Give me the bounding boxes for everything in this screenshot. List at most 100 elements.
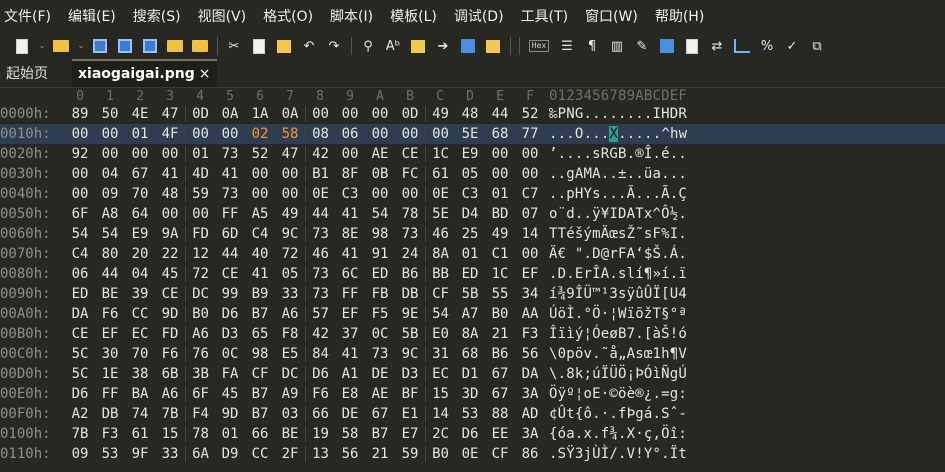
hex-byte[interactable]: 2F: [275, 446, 305, 462]
hex-byte[interactable]: A7: [455, 306, 485, 322]
checksum-icon[interactable]: ✓: [782, 37, 802, 55]
hex-byte[interactable]: A6: [185, 326, 215, 342]
hex-byte[interactable]: CE: [395, 146, 425, 162]
hex-byte[interactable]: F4: [185, 406, 215, 422]
hex-byte[interactable]: 84: [305, 346, 335, 362]
hex-byte[interactable]: 47: [275, 146, 305, 162]
hex-byte[interactable]: 00: [215, 126, 245, 142]
hex-byte[interactable]: 7B: [65, 426, 95, 442]
hex-byte[interactable]: 19: [305, 426, 335, 442]
hex-byte[interactable]: 00: [515, 246, 545, 262]
hex-row[interactable]: 00B0h: CE EF EC FD A6 D3 65 F8 42 37 0C 5B E0 8A 21 F3 Îï…: [0, 324, 945, 344]
hex-byte[interactable]: 74: [125, 406, 155, 422]
hex-byte[interactable]: 3B: [185, 366, 215, 382]
hex-byte[interactable]: 49: [425, 106, 455, 122]
hex-byte[interactable]: E9: [455, 146, 485, 162]
hex-byte[interactable]: 44: [95, 266, 125, 282]
hex-byte[interactable]: 00: [395, 126, 425, 142]
hex-byte[interactable]: FB: [365, 286, 395, 302]
hex-byte[interactable]: BD: [485, 206, 515, 222]
hex-byte[interactable]: 68: [485, 126, 515, 142]
hex-byte[interactable]: 70: [125, 346, 155, 362]
hex-byte[interactable]: 59: [395, 446, 425, 462]
hex-byte[interactable]: 01: [185, 146, 215, 162]
hex-byte[interactable]: 5E: [455, 126, 485, 142]
hex-row[interactable]: 00F0h: A2 DB 74 7B F4 9D B7 03 66 DE 67 E1 14 53 88 AD ¢Û…: [0, 404, 945, 424]
hex-byte[interactable]: FD: [185, 226, 215, 242]
hex-byte[interactable]: 68: [455, 346, 485, 362]
inspector-icon[interactable]: [682, 37, 702, 55]
highlight-icon[interactable]: ✎: [632, 37, 652, 55]
hex-byte[interactable]: 8E: [335, 226, 365, 242]
hex-mode-icon[interactable]: Hex: [526, 37, 552, 55]
hex-byte[interactable]: EC: [425, 366, 455, 382]
hex-byte[interactable]: 41: [215, 166, 245, 182]
hex-byte[interactable]: 00: [65, 126, 95, 142]
hex-byte[interactable]: B6: [395, 266, 425, 282]
hex-byte[interactable]: 72: [185, 266, 215, 282]
hex-byte[interactable]: B1: [305, 166, 335, 182]
hex-byte[interactable]: 00: [515, 166, 545, 182]
hex-byte[interactable]: 86: [515, 446, 545, 462]
hex-byte[interactable]: F8: [275, 326, 305, 342]
hex-byte[interactable]: 76: [185, 346, 215, 362]
hex-byte[interactable]: A1: [335, 366, 365, 382]
hex-row[interactable]: 00A0h: DA F6 CC 9D B0 D6 B7 A6 57 EF F5 9E 54 A7 B0 AA Úö…: [0, 304, 945, 324]
hex-byte[interactable]: 61: [425, 166, 455, 182]
hex-row[interactable]: 0090h: ED BE 39 CE DC 99 B9 33 73 FF FB DB CF 5B 55 34 í¾…: [0, 284, 945, 304]
hex-byte[interactable]: FF: [95, 386, 125, 402]
hex-byte[interactable]: ED: [455, 266, 485, 282]
hex-byte[interactable]: 4E: [125, 106, 155, 122]
open-project-icon[interactable]: [190, 37, 210, 55]
hex-byte[interactable]: 20: [125, 246, 155, 262]
hex-byte[interactable]: B0: [185, 306, 215, 322]
template-icon[interactable]: [483, 37, 503, 55]
hex-bytes[interactable]: 09 53 9F 33 6A D9 CC 2F 13 56 21 59 B0 0E CF 86: [65, 446, 545, 462]
hex-row[interactable]: 0110h: 09 53 9F 33 6A D9 CC 2F 13 56 21 59 B0 0E CF 86 .S…: [0, 444, 945, 464]
hex-byte[interactable]: D3: [395, 366, 425, 382]
hex-byte[interactable]: 73: [305, 286, 335, 302]
hex-byte[interactable]: E5: [275, 346, 305, 362]
hex-byte[interactable]: EE: [485, 426, 515, 442]
find-in-files-icon[interactable]: [408, 37, 428, 55]
hex-byte[interactable]: 9C: [395, 346, 425, 362]
hex-byte[interactable]: 77: [515, 126, 545, 142]
percent-icon[interactable]: %: [757, 37, 777, 55]
hex-byte[interactable]: 8F: [335, 166, 365, 182]
insert-mode-icon[interactable]: ☰: [557, 37, 577, 55]
save-as-icon[interactable]: [115, 37, 135, 55]
hex-byte[interactable]: EF: [95, 326, 125, 342]
hex-byte[interactable]: 00: [425, 126, 455, 142]
hex-byte[interactable]: 00: [65, 166, 95, 182]
hex-byte[interactable]: 00: [185, 126, 215, 142]
hex-byte[interactable]: FF: [215, 206, 245, 222]
hex-byte[interactable]: 01: [455, 246, 485, 262]
hex-byte[interactable]: 98: [365, 226, 395, 242]
hex-byte[interactable]: 57: [305, 306, 335, 322]
hex-byte[interactable]: B7: [365, 426, 395, 442]
hex-byte[interactable]: 0C: [365, 326, 395, 342]
hex-byte[interactable]: 6C: [335, 266, 365, 282]
hex-byte[interactable]: AA: [515, 306, 545, 322]
hex-byte[interactable]: 89: [65, 106, 95, 122]
hex-byte[interactable]: 00: [125, 146, 155, 162]
hex-byte[interactable]: 5C: [65, 366, 95, 382]
hex-byte[interactable]: AD: [515, 406, 545, 422]
hex-byte[interactable]: 0D: [395, 106, 425, 122]
hex-byte[interactable]: 30: [95, 346, 125, 362]
hex-byte[interactable]: 92: [65, 146, 95, 162]
hex-byte[interactable]: 67: [485, 386, 515, 402]
edit-as-text-icon[interactable]: [458, 37, 478, 55]
paragraph-icon[interactable]: ¶: [582, 37, 602, 55]
ascii-text[interactable]: .SŸ3jÙÌ/.V!Y°.Ït: [549, 446, 687, 462]
hex-byte[interactable]: 00: [245, 166, 275, 182]
hex-byte[interactable]: 49: [485, 226, 515, 242]
hex-byte[interactable]: D4: [455, 206, 485, 222]
hex-byte[interactable]: 58: [275, 126, 305, 142]
hex-byte[interactable]: 44: [215, 246, 245, 262]
hex-editor[interactable]: 0123456789ABCDEF 0123456789ABCDEF 0000h:…: [0, 88, 945, 472]
hex-byte[interactable]: 14: [425, 406, 455, 422]
hex-byte[interactable]: 37: [335, 326, 365, 342]
hex-byte[interactable]: 01: [215, 426, 245, 442]
hex-byte[interactable]: DE: [365, 366, 395, 382]
